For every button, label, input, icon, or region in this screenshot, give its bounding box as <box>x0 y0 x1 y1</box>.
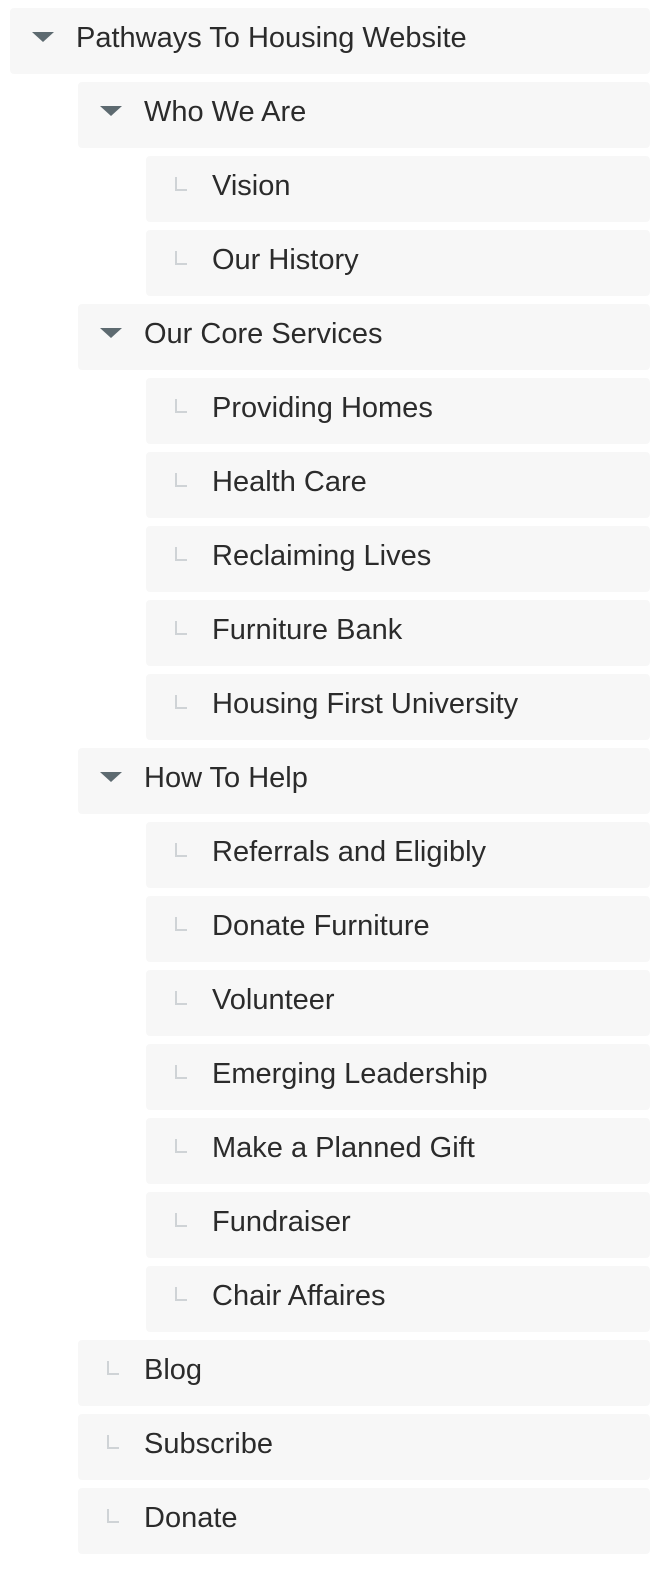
leaf-marker <box>78 1414 144 1480</box>
leaf-marker <box>146 156 212 222</box>
leaf-marker <box>146 896 212 962</box>
tree-item-our-history[interactable]: Our History <box>146 230 650 296</box>
tree-item-root[interactable]: Pathways To Housing Website <box>10 8 650 74</box>
tree-item-chair-affaires[interactable]: Chair Affaires <box>146 1266 650 1332</box>
child-page-elbow-icon <box>175 695 187 709</box>
tree-item-our-core-services[interactable]: Our Core Services <box>78 304 650 370</box>
collapse-toggle[interactable] <box>78 82 144 148</box>
tree-item-label: Referrals and Eligibly <box>212 836 487 868</box>
leaf-marker <box>146 1266 212 1332</box>
tree-item-housing-first-university[interactable]: Housing First University <box>146 674 650 740</box>
child-page-elbow-icon <box>175 473 187 487</box>
tree-item-label: How To Help <box>144 762 308 794</box>
page-tree: Pathways To Housing Website Who We Are V… <box>0 0 656 1582</box>
leaf-marker <box>146 230 212 296</box>
tree-item-providing-homes[interactable]: Providing Homes <box>146 378 650 444</box>
child-page-elbow-icon <box>175 991 187 1005</box>
child-page-elbow-icon <box>175 843 187 857</box>
leaf-marker <box>146 452 212 518</box>
child-page-elbow-icon <box>175 547 187 561</box>
child-page-elbow-icon <box>107 1509 119 1523</box>
tree-item-volunteer[interactable]: Volunteer <box>146 970 650 1036</box>
tree-item-label: Donate Furniture <box>212 910 430 942</box>
caret-down-icon <box>32 32 54 42</box>
child-page-elbow-icon <box>175 1287 187 1301</box>
collapse-toggle[interactable] <box>78 304 144 370</box>
leaf-marker <box>146 600 212 666</box>
tree-item-emerging-leadership[interactable]: Emerging Leadership <box>146 1044 650 1110</box>
tree-item-label: Volunteer <box>212 984 335 1016</box>
leaf-marker <box>146 822 212 888</box>
tree-item-label: Our Core Services <box>144 318 383 350</box>
tree-item-label: Furniture Bank <box>212 614 403 646</box>
caret-down-icon <box>100 772 122 782</box>
tree-item-label: Our History <box>212 244 359 276</box>
tree-item-label: Fundraiser <box>212 1206 351 1238</box>
leaf-marker <box>146 1118 212 1184</box>
leaf-marker <box>146 378 212 444</box>
tree-item-label: Vision <box>212 170 291 202</box>
tree-item-donate[interactable]: Donate <box>78 1488 650 1554</box>
tree-item-blog[interactable]: Blog <box>78 1340 650 1406</box>
tree-item-subscribe[interactable]: Subscribe <box>78 1414 650 1480</box>
tree-item-label: Make a Planned Gift <box>212 1132 475 1164</box>
collapse-toggle[interactable] <box>78 748 144 814</box>
leaf-marker <box>146 970 212 1036</box>
tree-item-label: Who We Are <box>144 96 307 128</box>
tree-item-furniture-bank[interactable]: Furniture Bank <box>146 600 650 666</box>
collapse-toggle[interactable] <box>10 8 76 74</box>
child-page-elbow-icon <box>107 1435 119 1449</box>
child-page-elbow-icon <box>175 1213 187 1227</box>
caret-down-icon <box>100 328 122 338</box>
child-page-elbow-icon <box>175 177 187 191</box>
caret-down-icon <box>100 106 122 116</box>
tree-item-make-a-planned-gift[interactable]: Make a Planned Gift <box>146 1118 650 1184</box>
leaf-marker <box>146 1044 212 1110</box>
tree-item-label: Chair Affaires <box>212 1280 386 1312</box>
tree-item-label: Housing First University <box>212 688 519 720</box>
leaf-marker <box>146 526 212 592</box>
tree-item-donate-furniture[interactable]: Donate Furniture <box>146 896 650 962</box>
leaf-marker <box>146 674 212 740</box>
tree-item-who-we-are[interactable]: Who We Are <box>78 82 650 148</box>
child-page-elbow-icon <box>175 621 187 635</box>
tree-item-how-to-help[interactable]: How To Help <box>78 748 650 814</box>
child-page-elbow-icon <box>175 251 187 265</box>
child-page-elbow-icon <box>175 917 187 931</box>
leaf-marker <box>78 1340 144 1406</box>
child-page-elbow-icon <box>175 1139 187 1153</box>
tree-item-label: Providing Homes <box>212 392 433 424</box>
tree-item-label: Pathways To Housing Website <box>76 22 467 54</box>
tree-item-label: Blog <box>144 1354 203 1386</box>
tree-item-health-care[interactable]: Health Care <box>146 452 650 518</box>
tree-item-vision[interactable]: Vision <box>146 156 650 222</box>
tree-item-label: Health Care <box>212 466 367 498</box>
leaf-marker <box>78 1488 144 1554</box>
tree-item-label: Donate <box>144 1502 238 1534</box>
tree-item-label: Subscribe <box>144 1428 273 1460</box>
child-page-elbow-icon <box>175 399 187 413</box>
child-page-elbow-icon <box>107 1361 119 1375</box>
tree-item-reclaiming-lives[interactable]: Reclaiming Lives <box>146 526 650 592</box>
child-page-elbow-icon <box>175 1065 187 1079</box>
leaf-marker <box>146 1192 212 1258</box>
tree-item-label: Emerging Leadership <box>212 1058 488 1090</box>
tree-item-label: Reclaiming Lives <box>212 540 432 572</box>
tree-item-fundraiser[interactable]: Fundraiser <box>146 1192 650 1258</box>
tree-item-referrals-and-eligibly[interactable]: Referrals and Eligibly <box>146 822 650 888</box>
